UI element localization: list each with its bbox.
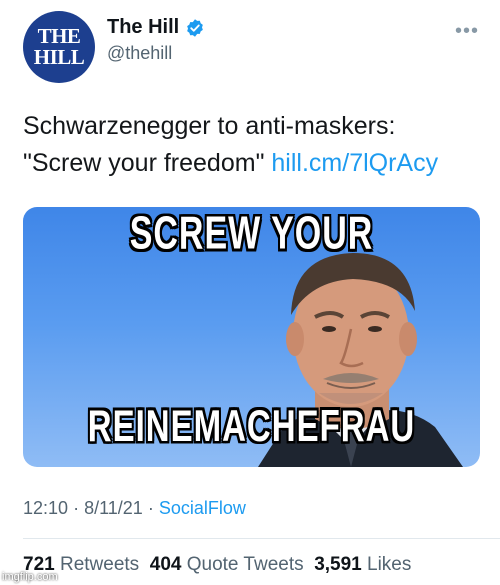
tweet-text: Schwarzenegger to anti-maskers: "Screw y… xyxy=(23,108,493,182)
account-handle[interactable]: @thehill xyxy=(107,43,205,64)
imgflip-watermark: imgflip.com xyxy=(2,571,58,583)
tweet-text-line-1: Schwarzenegger to anti-maskers: xyxy=(23,112,396,140)
tweet-time[interactable]: 12:10 xyxy=(23,498,68,518)
tweet-source[interactable]: SocialFlow xyxy=(159,498,246,518)
tweet-stats: 721 Retweets 404 Quote Tweets 3,591 Like… xyxy=(23,554,411,576)
more-options-icon[interactable]: ••• xyxy=(455,20,479,43)
tweet-quote: "Screw your freedom" xyxy=(23,149,265,177)
account-header: The Hill @thehill xyxy=(107,16,205,64)
likes-stat[interactable]: 3,591 Likes xyxy=(314,554,411,575)
meta-separator: · xyxy=(73,498,85,518)
meme-caption-bottom: REINEMACHEFRAU xyxy=(87,400,416,451)
display-name-row[interactable]: The Hill xyxy=(107,16,205,39)
tweet-text-line-2: "Screw your freedom" hill.cm/7lQrAcy xyxy=(23,145,493,182)
avatar-line-1: THE xyxy=(37,24,81,48)
quote-tweets-label: Quote Tweets xyxy=(186,554,304,575)
likes-label: Likes xyxy=(367,554,412,575)
display-name[interactable]: The Hill xyxy=(107,16,179,39)
tweet-media-image[interactable]: SCREW YOUR REINEMACHEFRAU xyxy=(23,207,480,467)
quote-tweets-stat[interactable]: 404 Quote Tweets xyxy=(150,554,304,575)
avatar[interactable]: THE HILL xyxy=(23,11,95,83)
quote-tweets-count: 404 xyxy=(149,554,182,575)
likes-count: 3,591 xyxy=(314,554,362,575)
verified-badge-icon xyxy=(187,18,204,37)
tweet-metadata: 12:10 · 8/11/21 · SocialFlow xyxy=(23,498,246,519)
avatar-line-2: HILL xyxy=(33,45,85,69)
meta-separator-dot: · xyxy=(147,498,159,518)
tweet-link[interactable]: hill.cm/7lQrAcy xyxy=(271,149,438,177)
divider xyxy=(23,538,500,539)
tweet-date[interactable]: 8/11/21 xyxy=(84,498,143,518)
meme-caption-top: SCREW YOUR xyxy=(129,208,374,260)
retweets-label: Retweets xyxy=(59,554,140,575)
